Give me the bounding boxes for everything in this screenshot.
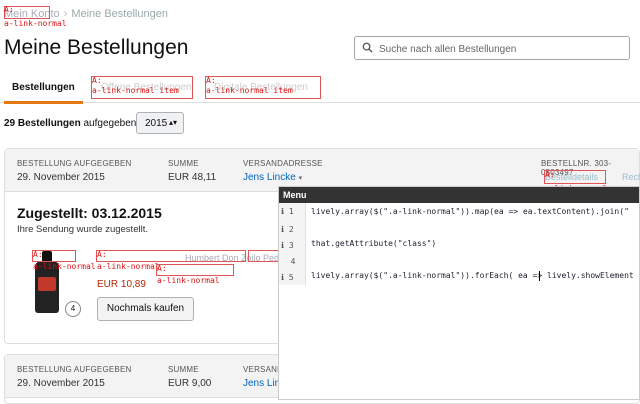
order-count: 29 Bestellungen [4, 118, 81, 129]
order-count-line: 29 Bestellungen aufgegeben [4, 118, 136, 129]
annotation-tag: A: [33, 250, 43, 259]
annotation-class-label: a-link-normal item [206, 86, 293, 95]
search-input[interactable] [377, 39, 625, 59]
label-sum: SUMME [168, 159, 199, 168]
code-line[interactable]: lively.array($(".a-link-normal")).map(ea… [311, 207, 629, 216]
year-value: 2015 [145, 118, 168, 129]
annotation-tag: A: [92, 76, 102, 85]
delivery-status-title: Zugestellt: 03.12.2015 [17, 205, 162, 221]
annotation-class-label: a-link-normal [33, 262, 96, 271]
tab-orders[interactable]: Bestellungen [4, 82, 83, 104]
search-icon [362, 42, 373, 53]
delivery-status-text: Ihre Sendung wurde zugestellt. [17, 224, 148, 235]
product-image-label [38, 277, 56, 291]
order-sum: EUR 48,11 [168, 172, 217, 183]
breadcrumb-current: Meine Bestellungen [71, 8, 168, 20]
line-number-value: 2 [288, 225, 294, 234]
line-number: ℹ 1 [281, 207, 294, 216]
quantity-badge: 4 [65, 301, 81, 317]
code-editor-panel[interactable]: Menu ℹ 1 ℹ 2 ℹ 3 4 ℹ 5 lively.array($(".… [278, 186, 640, 400]
line-number: ℹ 5 [281, 273, 294, 282]
order-count-suffix: aufgegeben [80, 118, 137, 129]
annotation-tag: A: [97, 250, 107, 259]
line-number: ℹ 3 [281, 241, 294, 250]
line-number-value: 4 [290, 257, 296, 266]
link-highlight-box [96, 250, 246, 262]
annotation-tag: A: [157, 264, 167, 273]
annotation-tag: A: [206, 76, 216, 85]
label-order-placed: BESTELLUNG AUFGEGEBEN [17, 365, 132, 374]
annotation-tag: A: [545, 170, 555, 179]
select-caret-icon: ▴▾ [168, 118, 177, 127]
code-line[interactable]: lively.array($(".a-link-normal")).forEac… [311, 271, 634, 280]
annotation-tag: A: [4, 5, 14, 14]
invoice-link[interactable]: Rechnung [622, 172, 640, 182]
recipient-link[interactable]: Jens Lincke [243, 378, 283, 389]
label-ship-to: VERSANDADRESSE [243, 365, 283, 374]
product-price: EUR 10,89 [97, 279, 146, 290]
chevron-down-icon: ▾ [298, 175, 303, 182]
label-order-placed: BESTELLUNG AUFGEGEBEN [17, 159, 132, 168]
text-cursor [539, 271, 540, 281]
line-number-value: 5 [288, 273, 294, 282]
line-number: ℹ 2 [281, 225, 294, 234]
code-line[interactable]: that.getAttribute("class") [311, 239, 436, 248]
annotation-class-label: a-link-normal item [92, 86, 179, 95]
editor-gutter: ℹ 1 ℹ 2 ℹ 3 4 ℹ 5 [279, 203, 306, 285]
year-select[interactable]: 2015 ▴▾ [136, 112, 184, 134]
label-sum: SUMME [168, 365, 199, 374]
buy-again-button[interactable]: Nochmals kaufen [97, 297, 194, 321]
order-sum: EUR 9,00 [168, 378, 212, 389]
order-date: 29. November 2015 [17, 172, 105, 183]
line-number-value: 3 [288, 241, 294, 250]
annotation-class-label: a-link-normal [157, 276, 220, 285]
order-date: 29. November 2015 [17, 378, 105, 389]
recipient-name: Jens Lincke [243, 172, 296, 183]
label-ship-to: VERSANDADRESSE [243, 159, 323, 168]
line-number-value: 1 [288, 207, 294, 216]
page-title: Meine Bestellungen [4, 36, 189, 59]
annotation-class-label: a-link-normal [4, 19, 67, 28]
recipient-link[interactable]: Jens Lincke ▾ [243, 172, 302, 183]
line-number: 4 [281, 257, 296, 266]
menu-title-bar[interactable]: Menu [279, 187, 639, 203]
annotation-class-label: a-link-normal [97, 262, 160, 271]
link-highlight-box [156, 264, 234, 276]
search-box[interactable] [354, 36, 630, 60]
